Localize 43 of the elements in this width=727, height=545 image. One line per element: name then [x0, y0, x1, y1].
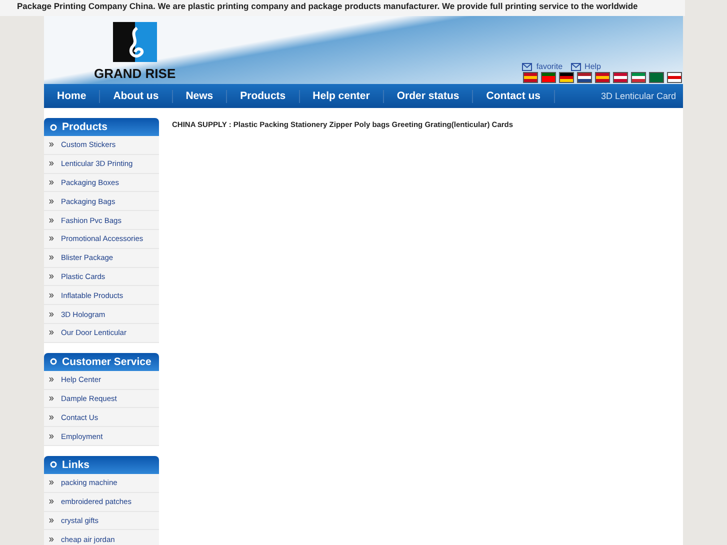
chevron-icon: [49, 236, 54, 242]
chevron-icon: [49, 180, 54, 185]
chevron-icon: [49, 330, 54, 336]
nav-link[interactable]: Home: [44, 90, 100, 102]
chevron-icon: [49, 142, 54, 148]
logo-text: GRAND RISE: [94, 66, 176, 81]
header-link[interactable]: favorite: [522, 62, 563, 71]
chevron-icon: [49, 518, 54, 523]
chevron-icon: [49, 377, 54, 382]
chevron-icon: [49, 255, 54, 260]
circle-icon: [50, 124, 57, 130]
nav-link[interactable]: 3D Lenticular Card: [600, 91, 683, 101]
chevron-icon: [49, 312, 54, 317]
mail-icon: [570, 62, 581, 70]
chevron-icon: [49, 396, 54, 401]
chevron-icon: [49, 218, 54, 223]
nav-link[interactable]: Order status: [384, 90, 474, 102]
chevron-icon: [49, 480, 54, 486]
mail-icon: [522, 62, 532, 70]
section-title: Links: [62, 458, 90, 473]
flag-icon[interactable]: [614, 73, 627, 82]
nav-link[interactable]: Contact us: [473, 90, 555, 102]
circle-icon: [50, 461, 57, 468]
section-title: Products: [62, 120, 108, 135]
logo-icon: [112, 22, 157, 62]
nav-link[interactable]: Help center: [300, 90, 384, 102]
chevron-icon: [49, 414, 54, 420]
chevron-icon: [49, 499, 54, 504]
chevron-icon: [49, 161, 54, 166]
section-title: Customer Service: [62, 354, 152, 370]
tagline: Package Printing Company China. We are plastic printing company and package products manufacturer. We provide full printing service to the worldwide: [0, 0, 685, 16]
chevron-icon: [49, 434, 54, 439]
header-link[interactable]: Help: [570, 62, 601, 71]
circle-icon: [50, 358, 57, 366]
nav-link[interactable]: About us: [100, 90, 173, 102]
chevron-icon: [49, 292, 54, 298]
nav-link[interactable]: News: [172, 90, 228, 102]
chevron-icon: [49, 198, 54, 204]
chevron-icon: [49, 536, 54, 542]
nav-link[interactable]: Products: [227, 90, 300, 102]
chevron-icon: [49, 274, 54, 279]
flag-icon[interactable]: [578, 73, 591, 82]
flag-icon[interactable]: [560, 73, 573, 82]
